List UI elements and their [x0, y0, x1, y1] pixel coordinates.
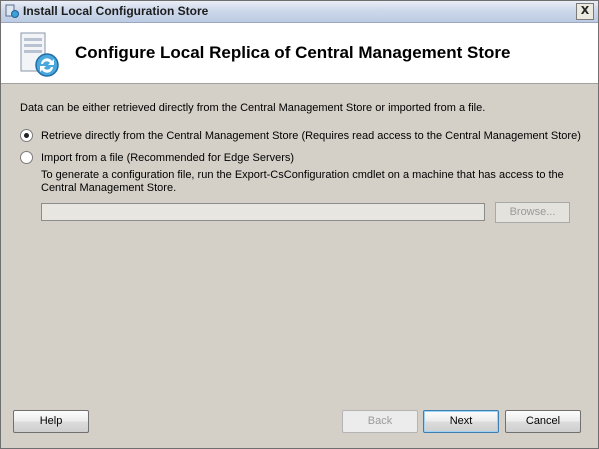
- app-icon: [5, 4, 19, 18]
- close-icon: X: [580, 4, 590, 17]
- wizard-content: Data can be either retrieved directly fr…: [1, 84, 598, 404]
- import-option[interactable]: Import from a file (Recommended for Edge…: [20, 151, 294, 164]
- wizard-header: Configure Local Replica of Central Manag…: [1, 23, 598, 84]
- next-button[interactable]: Next: [423, 410, 499, 433]
- close-button[interactable]: X: [576, 3, 594, 20]
- retrieve-option-label: Retrieve directly from the Central Manag…: [41, 129, 581, 142]
- intro-text: Data can be either retrieved directly fr…: [20, 102, 486, 114]
- window-title: Install Local Configuration Store: [23, 4, 209, 18]
- back-button[interactable]: Back: [342, 410, 418, 433]
- title-bar[interactable]: Install Local Configuration Store X: [1, 1, 598, 23]
- retrieve-radio[interactable]: [20, 129, 33, 142]
- import-radio[interactable]: [20, 151, 33, 164]
- cancel-button[interactable]: Cancel: [505, 410, 581, 433]
- file-path-input[interactable]: [41, 203, 485, 221]
- help-button[interactable]: Help: [13, 410, 89, 433]
- browse-button[interactable]: Browse...: [495, 202, 570, 223]
- import-hint-text: To generate a configuration file, run th…: [41, 169, 564, 194]
- page-title: Configure Local Replica of Central Manag…: [75, 43, 511, 62]
- dialog-window: Install Local Configuration Store X Conf…: [0, 0, 599, 449]
- server-sync-icon: [20, 32, 59, 77]
- import-option-label: Import from a file (Recommended for Edge…: [41, 151, 295, 164]
- retrieve-option[interactable]: Retrieve directly from the Central Manag…: [20, 129, 581, 142]
